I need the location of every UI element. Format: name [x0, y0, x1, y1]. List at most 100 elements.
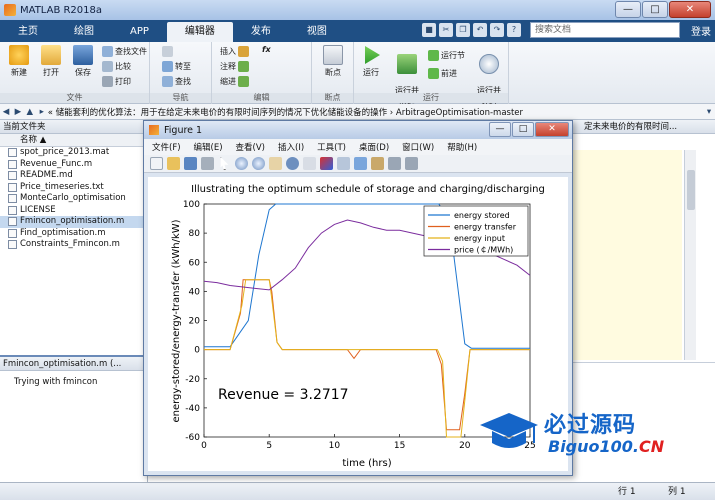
minimize-button[interactable]: —	[615, 1, 641, 18]
figure-close-button[interactable]: ✕	[535, 122, 569, 137]
help-quick-icon[interactable]: ?	[507, 23, 521, 37]
insert-button[interactable]: 插入	[220, 46, 249, 57]
figure-minimize-button[interactable]: —	[489, 122, 511, 137]
maximize-button[interactable]: □	[642, 1, 668, 18]
save-button[interactable]: 保存	[68, 45, 98, 78]
fx-button[interactable]: fx	[262, 45, 271, 54]
new-figure-icon[interactable]	[150, 157, 163, 170]
list-item[interactable]: README.md	[0, 170, 147, 182]
back-arrow-icon[interactable]: ◀	[0, 107, 12, 117]
y-axis-label: energy-stored/energy-transfer (kWh/kW)	[171, 219, 182, 422]
revenue-annotation: Revenue = 3.2717	[218, 387, 349, 403]
comment-button[interactable]: 注释	[220, 61, 249, 72]
search-input[interactable]: 搜索文档	[530, 22, 680, 38]
print-button[interactable]: 打印	[102, 76, 131, 87]
show-tools-icon[interactable]	[405, 157, 418, 170]
list-item[interactable]: LICENSE	[0, 205, 147, 217]
list-item[interactable]: Find_optimisation.m	[0, 228, 147, 240]
redo-quick-icon[interactable]: ↷	[490, 23, 504, 37]
ribbon-tabs: 主页 绘图 APP 编辑器 发布 视图 ■ ✂ ❐ ↶ ↷ ? 搜索文档 登录	[0, 20, 715, 42]
watermark-english: Biguo100.CN	[548, 437, 664, 456]
tab-plots[interactable]: 绘图	[56, 22, 112, 42]
pan-icon[interactable]	[269, 157, 282, 170]
current-folder-title: 当前文件夹	[0, 120, 147, 134]
data-cursor-icon[interactable]	[303, 157, 316, 170]
file-name: Revenue_Func.m	[20, 158, 93, 169]
tab-editor[interactable]: 编辑器	[166, 22, 233, 42]
zoom-out-icon[interactable]	[252, 157, 265, 170]
column-indicator: 列 1	[668, 487, 686, 497]
name-column-header[interactable]: 名称 ▲	[0, 134, 147, 147]
editor-tab[interactable]: 定未来电价的有限时间...	[570, 120, 715, 134]
open-button[interactable]: 打开	[36, 45, 66, 78]
tab-apps[interactable]: APP	[112, 22, 167, 42]
link-plot-icon[interactable]	[337, 157, 350, 170]
tab-view[interactable]: 视图	[289, 22, 345, 42]
figure-menu-item[interactable]: 窗口(W)	[402, 141, 434, 153]
list-item[interactable]: spot_price_2013.mat	[0, 147, 147, 159]
pointer-icon[interactable]	[220, 157, 229, 170]
colorbar-icon[interactable]	[354, 157, 367, 170]
figure-title: Figure 1	[164, 124, 203, 136]
hide-tools-icon[interactable]	[388, 157, 401, 170]
address-dropdown-icon[interactable]: ▾	[703, 107, 715, 117]
editor-scrollbar[interactable]	[684, 150, 696, 360]
run-section-button[interactable]: 运行节	[428, 50, 465, 61]
tab-publish[interactable]: 发布	[233, 22, 289, 42]
run-button[interactable]: 运行	[356, 45, 386, 78]
file-icon	[8, 217, 17, 227]
advance-button[interactable]: 前进	[428, 68, 457, 79]
cut-quick-icon[interactable]: ✂	[439, 23, 453, 37]
figure-toolbar	[144, 155, 572, 173]
open-file-icon[interactable]	[167, 157, 180, 170]
goto-button[interactable]: 转至	[162, 61, 191, 72]
legend-icon[interactable]	[371, 157, 384, 170]
back-nav-button[interactable]	[162, 46, 173, 57]
file-name: Price_timeseries.txt	[20, 181, 104, 192]
find-files-button[interactable]: 查找文件	[102, 46, 147, 57]
close-button[interactable]: ✕	[669, 1, 711, 18]
save-quick-icon[interactable]: ■	[422, 23, 436, 37]
graduation-cap-icon	[480, 413, 538, 448]
figure-menu-item[interactable]: 桌面(D)	[359, 141, 389, 153]
tab-home[interactable]: 主页	[0, 22, 56, 42]
y-tick-label: 100	[183, 200, 200, 210]
undo-quick-icon[interactable]: ↶	[473, 23, 487, 37]
new-button[interactable]: 新建	[4, 45, 34, 78]
forward-arrow-icon[interactable]: ▶	[12, 107, 24, 117]
run-advance-icon	[397, 54, 417, 74]
figure-menu-item[interactable]: 查看(V)	[236, 141, 265, 153]
print-figure-icon[interactable]	[201, 157, 214, 170]
list-item[interactable]: Price_timeseries.txt	[0, 182, 147, 194]
zoom-in-icon[interactable]	[235, 157, 248, 170]
figure-menu-item[interactable]: 插入(I)	[278, 141, 304, 153]
watermark-chinese: 必过源码	[544, 413, 637, 438]
title-bar: MATLAB R2018a — □ ✕	[0, 0, 715, 20]
address-path[interactable]: « 储能套利的优化算法：用于在给定未来电价的有限时间序列的情况下优化储能设备的操…	[48, 106, 703, 118]
up-folder-icon[interactable]: ▲	[24, 107, 36, 117]
y-tick-label: 20	[189, 317, 201, 327]
brush-icon[interactable]	[320, 157, 333, 170]
nav-arrows-icon	[162, 46, 173, 57]
save-figure-icon[interactable]	[184, 157, 197, 170]
list-item[interactable]: MonteCarlo_optimisation	[0, 193, 147, 205]
figure-menu-item[interactable]: 帮助(H)	[447, 141, 477, 153]
list-item[interactable]: Constraints_Fmincon.m	[0, 239, 147, 251]
file-icon	[8, 205, 17, 215]
indent-button[interactable]: 缩进	[220, 76, 249, 87]
figure-menu-item[interactable]: 文件(F)	[152, 141, 181, 153]
login-link[interactable]: 登录	[691, 23, 711, 38]
copy-quick-icon[interactable]: ❐	[456, 23, 470, 37]
browse-folder-icon[interactable]: ▸	[36, 107, 48, 117]
list-item[interactable]: Revenue_Func.m	[0, 159, 147, 171]
rotate-icon[interactable]	[286, 157, 299, 170]
figure-maximize-button[interactable]: □	[512, 122, 534, 137]
breakpoints-button[interactable]: 断点	[318, 45, 348, 78]
figure-menu-item[interactable]: 编辑(E)	[194, 141, 223, 153]
find-files-icon	[102, 46, 113, 57]
scrollbar-thumb[interactable]	[687, 170, 695, 210]
find-button[interactable]: 查找	[162, 76, 191, 87]
figure-menu-item[interactable]: 工具(T)	[317, 141, 346, 153]
compare-button[interactable]: 比较	[102, 61, 131, 72]
list-item[interactable]: Fmincon_optimisation.m	[0, 216, 147, 228]
